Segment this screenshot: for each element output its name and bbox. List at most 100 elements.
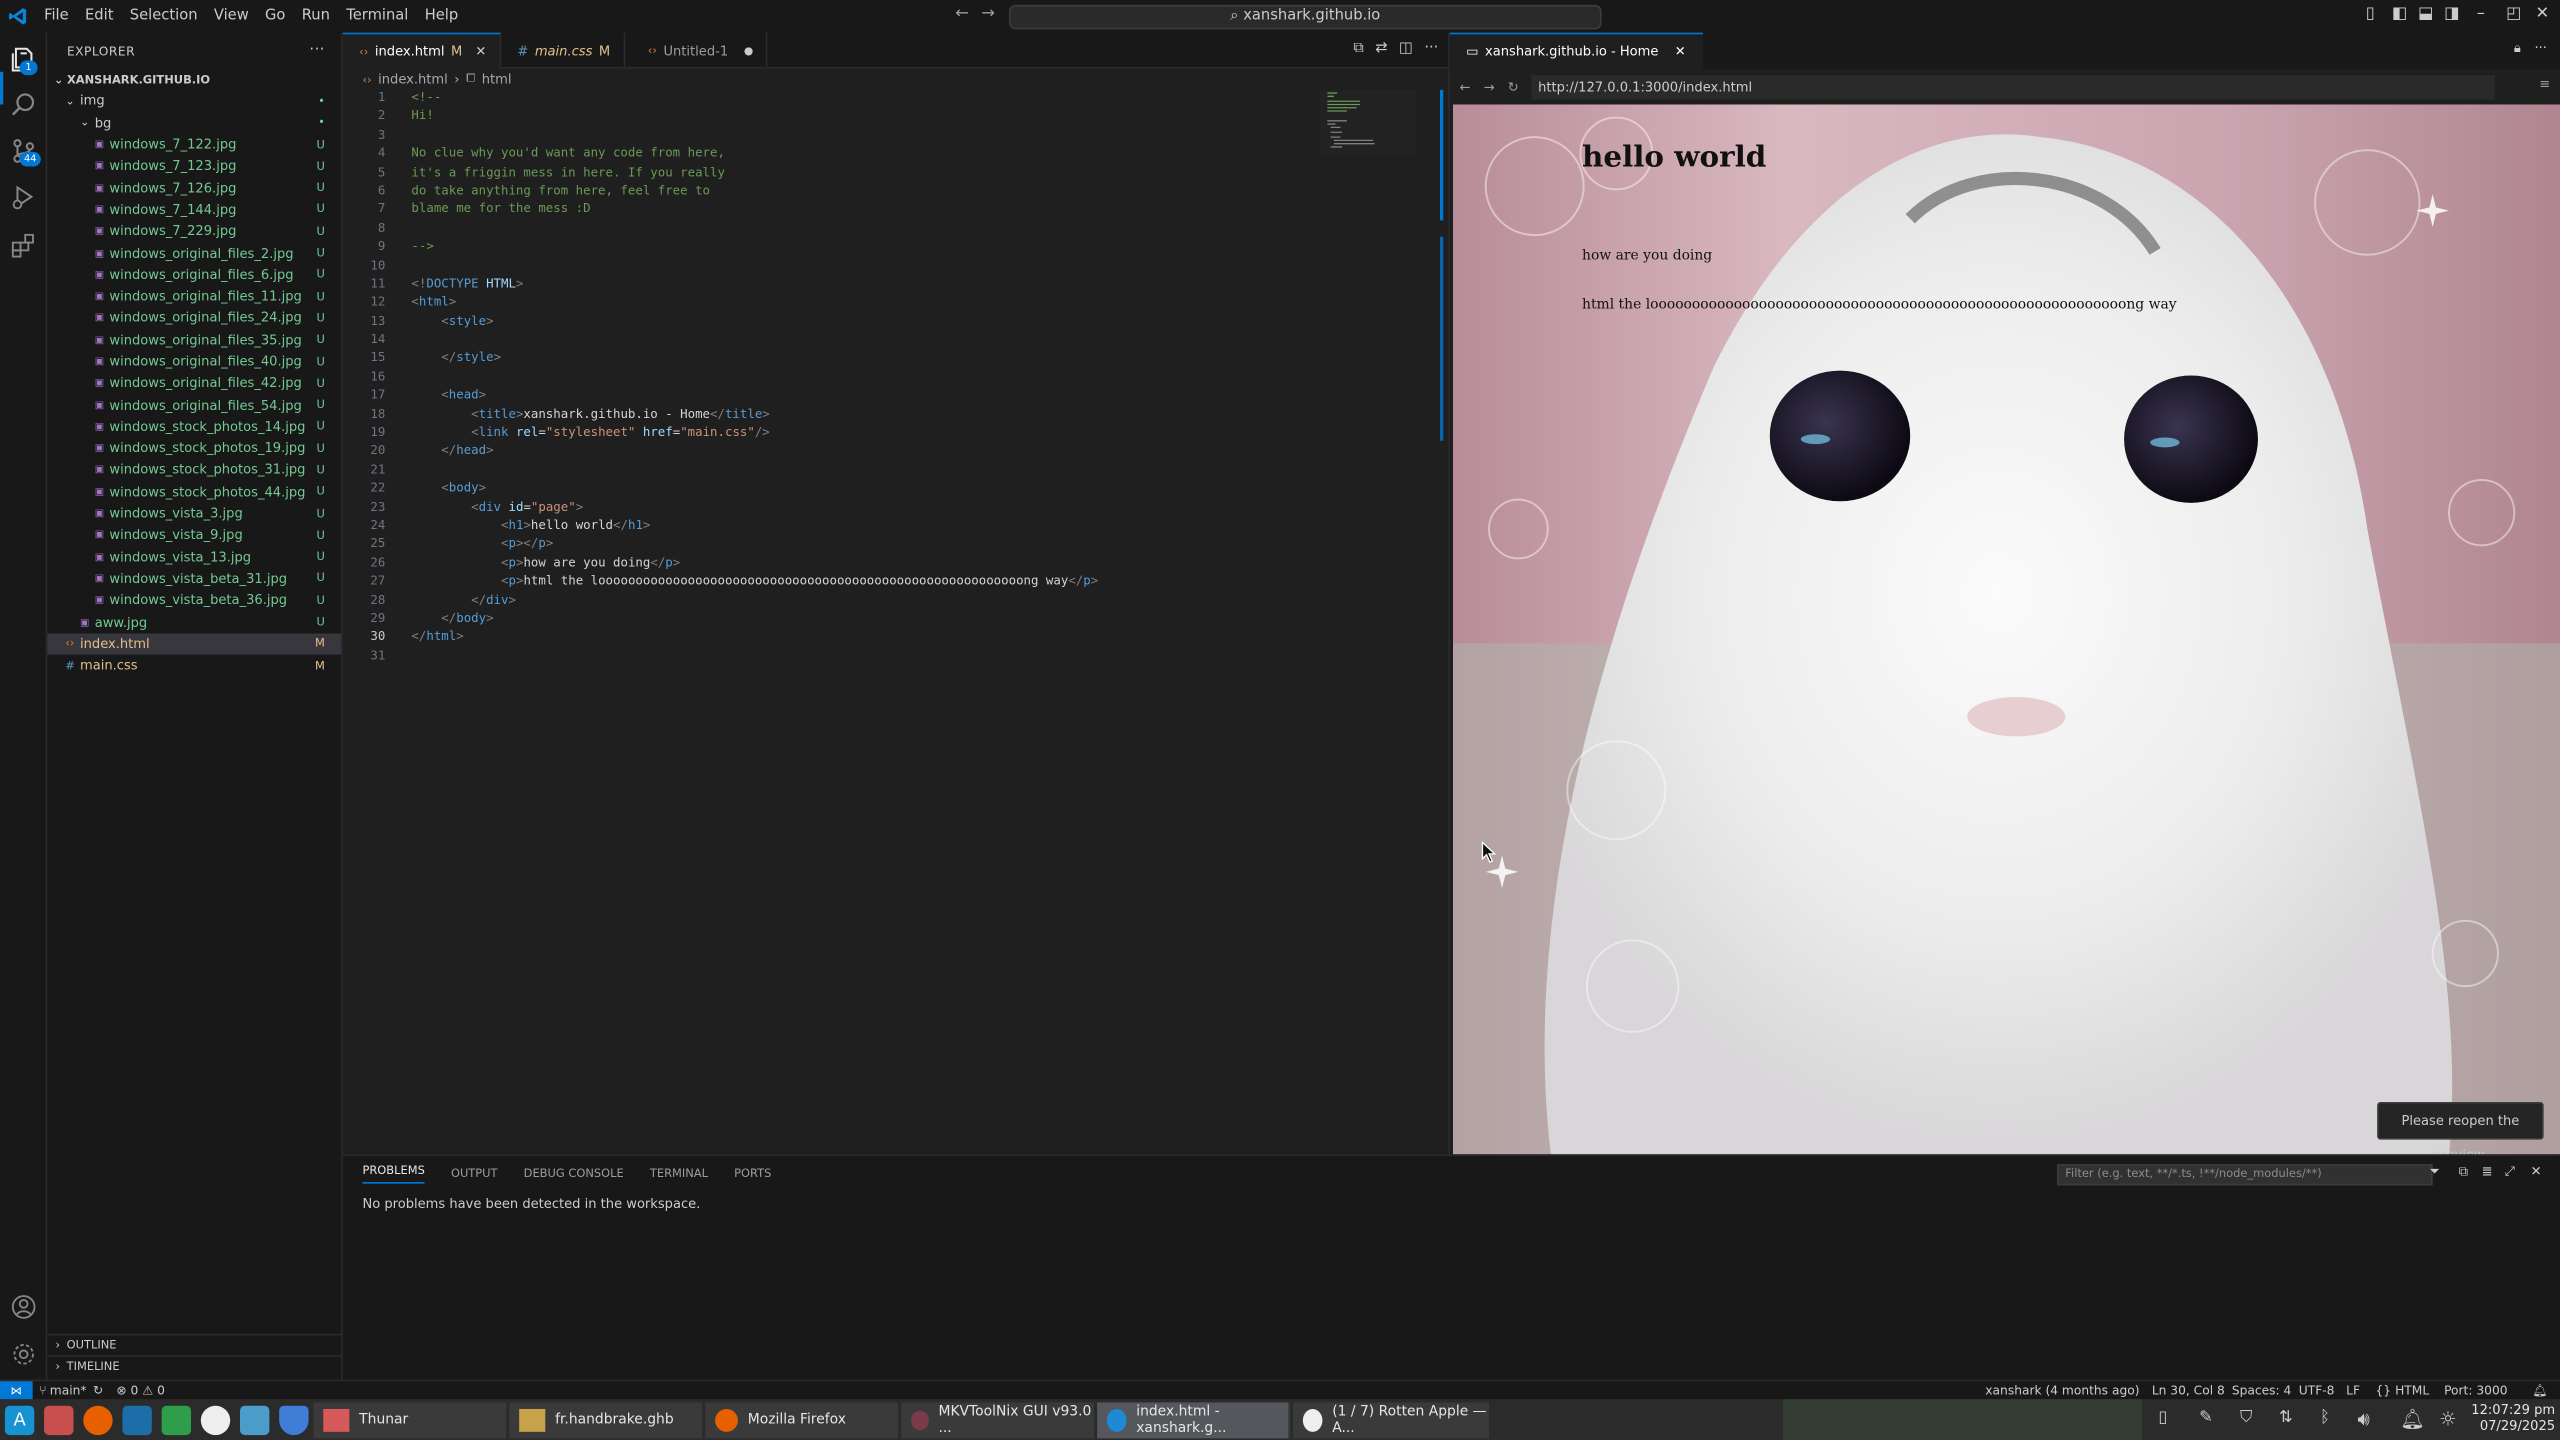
lock-icon[interactable]: 🔒︎ (2514, 41, 2521, 57)
workspace-root[interactable]: ⌄ XANSHARK.GITHUB.IO (47, 69, 341, 91)
extensions-icon[interactable] (8, 230, 39, 261)
taskbar-app-firefox[interactable]: Mozilla Firefox (705, 1401, 898, 1438)
tab-debug-console[interactable]: DEBUG CONSOLE (524, 1167, 624, 1180)
battery-icon[interactable]: ▯ (2158, 1409, 2167, 1427)
code-line[interactable]: 25 <p></p> (343, 536, 1323, 555)
code-line[interactable]: 29 </body> (343, 611, 1323, 630)
tree-folder[interactable]: ⌄ img • (47, 90, 341, 112)
outline-section[interactable]: › OUTLINE (47, 1333, 343, 1355)
tree-file[interactable]: # main.css M (47, 655, 341, 677)
git-branch[interactable]: main* (50, 1383, 87, 1398)
tree-file[interactable]: ▣ windows_7_122.jpg U (47, 134, 341, 156)
code-line[interactable]: 27 <p>html the loooooooooooooooooooooooo… (343, 573, 1323, 592)
view-as-list-icon[interactable]: ≣ (2482, 1164, 2493, 1179)
tree-file[interactable]: ▣ windows_original_files_35.jpg U (47, 329, 341, 351)
code-line[interactable]: 18 <title>xanshark.github.io - Home</tit… (343, 406, 1323, 425)
toggle-panel-icon[interactable]: ⬓ (2418, 5, 2433, 23)
code-line[interactable]: 5 it's a friggin mess in here. If you rea… (343, 164, 1323, 183)
tree-file[interactable]: ▣ windows_7_144.jpg U (47, 199, 341, 221)
clock[interactable]: 12:07:29 pm 07/29/2025 (2470, 1402, 2555, 1435)
code-line[interactable]: 28 </div> (343, 592, 1323, 611)
editor-scrollbar[interactable] (1438, 89, 1445, 1135)
notification-icon[interactable]: 🔔︎ (2400, 1407, 2425, 1430)
split-editor-icon[interactable]: ◫ (1399, 41, 1413, 57)
code-line[interactable]: 11 <!DOCTYPE HTML> (343, 276, 1323, 295)
tree-file[interactable]: ▣ windows_vista_9.jpg U (47, 524, 341, 546)
code-line[interactable]: 13 <style> (343, 313, 1323, 332)
preview-url-input[interactable]: http://127.0.0.1:3000/index.html (1531, 74, 2495, 99)
code-line[interactable]: 9 --> (343, 239, 1323, 258)
menu-file[interactable]: File (36, 8, 77, 24)
more-actions-icon[interactable]: ··· (309, 42, 324, 58)
taskbar-app-thunar[interactable]: Thunar (313, 1401, 507, 1438)
close-panel-icon[interactable]: ✕ (2531, 1164, 2542, 1179)
menu-go[interactable]: Go (257, 8, 294, 24)
filter-icon[interactable]: ⏷ (2429, 1164, 2439, 1180)
tab-ports[interactable]: PORTS (734, 1167, 771, 1180)
code-line[interactable]: 8 (343, 220, 1323, 239)
timeline-section[interactable]: › TIMELINE (47, 1355, 343, 1376)
back-arrow-icon[interactable]: ← (955, 5, 969, 23)
indentation[interactable]: Spaces: 4 (2232, 1383, 2292, 1398)
code-line[interactable]: 19 <link rel="stylesheet" href="main.css… (343, 425, 1323, 444)
code-line[interactable]: 26 <p>how are you doing</p> (343, 555, 1323, 574)
code-line[interactable]: 4 No clue why you'd want any code from he… (343, 146, 1323, 165)
tree-file[interactable]: ▣ windows_7_229.jpg U (47, 221, 341, 243)
code-line[interactable]: 23 <div id="page"> (343, 499, 1323, 518)
toggle-secondary-sidebar-icon[interactable]: ◨ (2444, 5, 2459, 23)
layout-customize-icon[interactable]: ▯ (2366, 5, 2375, 23)
tree-file[interactable]: ▣ windows_vista_13.jpg U (47, 546, 341, 568)
tree-file[interactable]: ▣ windows_7_123.jpg U (47, 155, 341, 177)
code-line[interactable]: 22 <body> (343, 480, 1323, 499)
tree-file[interactable]: ▣ windows_original_files_40.jpg U (47, 351, 341, 373)
tree-file[interactable]: ▣ windows_original_files_54.jpg U (47, 394, 341, 416)
menu-view[interactable]: View (206, 8, 257, 24)
tab-untitled-1[interactable]: ‹› Untitled-1 (625, 32, 768, 69)
code-line[interactable]: 10 (343, 257, 1323, 276)
code-line[interactable]: 15 </style> (343, 350, 1323, 369)
language-mode[interactable]: HTML (2395, 1383, 2429, 1398)
taskbar-app-rotten-apple[interactable]: (1 / 7) Rotten Apple — A... (1293, 1401, 1489, 1438)
breadcrumb-element[interactable]: html (482, 72, 512, 87)
menu-run[interactable]: Run (294, 8, 339, 24)
search-icon[interactable] (8, 90, 39, 121)
code-line[interactable]: 31 (343, 648, 1323, 667)
code-line[interactable]: 17 <head> (343, 387, 1323, 406)
spreadsheet-launcher-icon[interactable] (161, 1404, 192, 1435)
collapse-all-icon[interactable]: ⧉ (2459, 1164, 2468, 1180)
tree-file[interactable]: ▣ windows_stock_photos_14.jpg U (47, 416, 341, 438)
forward-arrow-icon[interactable]: → (981, 5, 995, 23)
code-line[interactable]: 3 (343, 127, 1323, 146)
tab-output[interactable]: OUTPUT (451, 1167, 498, 1180)
code-line[interactable]: 20 </head> (343, 443, 1323, 462)
code-line[interactable]: 16 (343, 369, 1323, 388)
tab-main-css[interactable]: # main.css M (501, 32, 625, 69)
tree-file[interactable]: ▣ windows_original_files_42.jpg U (47, 372, 341, 394)
tree-file[interactable]: ▣ windows_original_files_11.jpg U (47, 286, 341, 308)
close-window-icon[interactable]: ✕ (2536, 5, 2550, 23)
code-line[interactable]: 12 <html> (343, 294, 1323, 313)
menu-edit[interactable]: Edit (77, 8, 122, 24)
account-icon[interactable] (8, 1291, 39, 1322)
remote-indicator-icon[interactable]: ⋈ (0, 1380, 33, 1400)
tree-file[interactable]: ▣ windows_vista_beta_36.jpg U (47, 590, 341, 612)
settings-gear-icon[interactable] (8, 1339, 39, 1370)
code-line[interactable]: 6 do take anything from here, feel free t… (343, 183, 1323, 202)
code-line[interactable]: 30 </html> (343, 629, 1323, 648)
maximize-icon[interactable]: ◰ (2506, 5, 2521, 23)
minimap[interactable] (1319, 89, 1418, 156)
run-debug-icon[interactable] (8, 181, 39, 212)
encoding[interactable]: UTF-8 (2299, 1383, 2335, 1398)
tab-terminal[interactable]: TERMINAL (650, 1167, 708, 1180)
taskbar-app-vscode[interactable]: index.html - xanshark.g... (1097, 1401, 1290, 1438)
shield-tray-icon[interactable]: ⛉ (2240, 1409, 2252, 1427)
tree-file[interactable]: ▣ windows_stock_photos_19.jpg U (47, 438, 341, 460)
menu-help[interactable]: Help (417, 8, 467, 24)
minimize-icon[interactable]: – (2477, 5, 2485, 23)
tree-file[interactable]: ▣ windows_vista_beta_31.jpg U (47, 568, 341, 590)
tree-file[interactable]: ▣ windows_stock_photos_44.jpg U (47, 481, 341, 503)
tree-file[interactable]: ▣ windows_original_files_6.jpg U (47, 264, 341, 286)
more-actions-icon[interactable]: ··· (2534, 41, 2546, 56)
tab-index-html[interactable]: ‹› index.html M ✕ (342, 32, 502, 69)
command-center[interactable]: ⌕ xanshark.github.io (1008, 4, 1602, 30)
